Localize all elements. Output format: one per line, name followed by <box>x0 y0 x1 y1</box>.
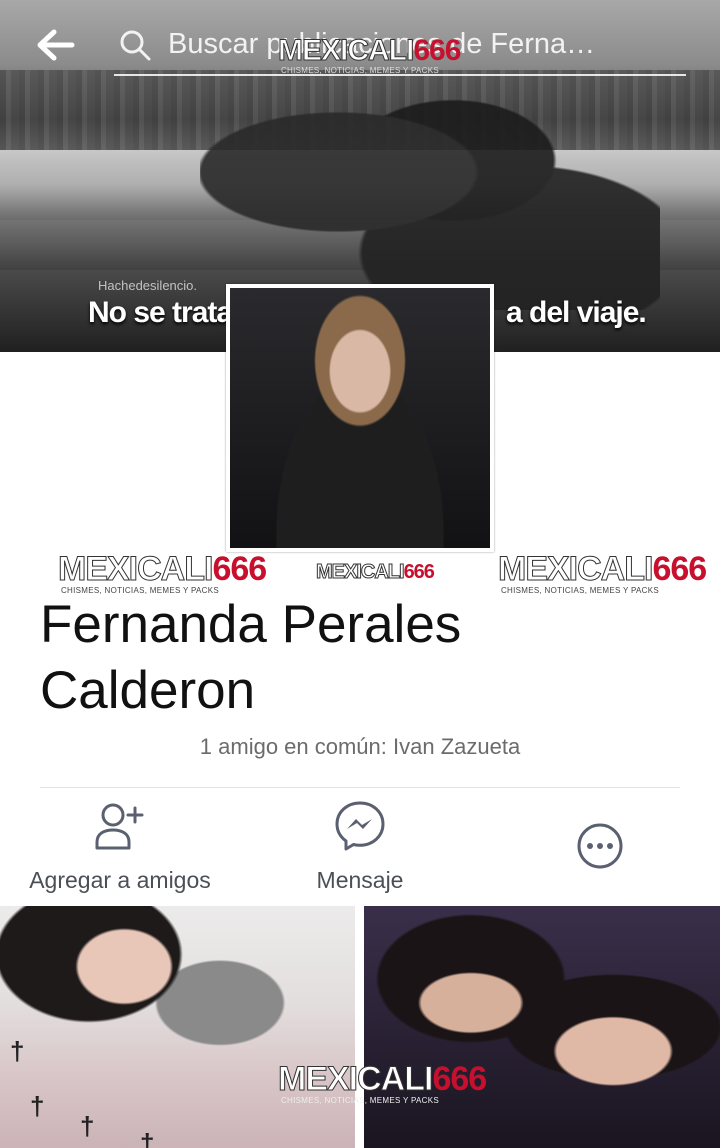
watermark-text: MEXICALI <box>57 550 213 588</box>
watermark-number: 666 <box>432 1060 487 1098</box>
message-button[interactable]: Mensaje <box>290 800 430 894</box>
watermark-number: 666 <box>652 550 707 588</box>
mutual-friends-text[interactable]: 1 amigo en común: Ivan Zazueta <box>0 734 720 760</box>
shirt-pattern-icon: † <box>140 1128 155 1148</box>
watermark-number: 666 <box>212 550 267 588</box>
messenger-icon <box>335 801 385 851</box>
shirt-pattern-icon: † <box>30 1091 45 1121</box>
back-button[interactable] <box>36 28 76 62</box>
more-options-button[interactable] <box>560 822 640 875</box>
watermark-text: MEXICALI <box>497 550 653 588</box>
watermark-logo: MEXICALI666 CHISMES, NOTICIAS, MEMES Y P… <box>277 34 461 75</box>
watermark-logo: MEXICALI666 CHISMES, NOTICIAS, MEMES Y P… <box>57 550 267 596</box>
profile-picture[interactable] <box>226 284 494 552</box>
arrow-left-icon <box>37 29 75 61</box>
cover-caption-right: a del viaje. <box>506 296 647 329</box>
photo-tile[interactable]: † † † † <box>0 906 355 1148</box>
watermark-text: MEXICALI <box>277 34 414 67</box>
profile-name-line2: Calderon <box>40 661 256 720</box>
cover-small-text: Hachedesilencio. <box>98 278 198 293</box>
search-icon[interactable] <box>118 28 152 62</box>
watermark-text: MEXICALI <box>277 1060 433 1098</box>
profile-photo-image <box>230 288 490 548</box>
watermark-logo: MEXICALI666 CHISMES, NOTICIAS, MEMES Y P… <box>277 1060 487 1106</box>
watermark-subtitle: CHISMES, NOTICIAS, MEMES Y PACKS <box>280 1096 440 1105</box>
photo-tile[interactable] <box>364 906 720 1148</box>
profile-name: Fernanda Perales Calderon <box>40 592 680 724</box>
shirt-pattern-icon: † <box>80 1111 95 1141</box>
watermark-logo: MEXICALI666 CHISMES, NOTICIAS, MEMES Y P… <box>497 550 707 596</box>
watermark-number: 666 <box>403 561 435 583</box>
cover-couple <box>200 80 660 310</box>
message-label: Mensaje <box>316 867 404 893</box>
shirt-pattern-icon: † <box>10 1036 25 1066</box>
profile-name-line1: Fernanda Perales <box>40 595 462 654</box>
watermark-logo: MEXICALI666 <box>316 561 435 583</box>
add-friend-label: Agregar a amigos <box>29 867 211 893</box>
more-options-icon <box>577 823 623 869</box>
watermark-text: MEXICALI <box>316 561 406 583</box>
cover-caption-left: No se trata <box>88 296 233 329</box>
add-friend-icon <box>95 803 144 850</box>
add-friend-button[interactable]: Agregar a amigos <box>20 800 220 894</box>
watermark-number: 666 <box>413 34 461 67</box>
watermark-subtitle: CHISMES, NOTICIAS, MEMES Y PACKS <box>280 66 440 75</box>
divider <box>40 787 680 788</box>
